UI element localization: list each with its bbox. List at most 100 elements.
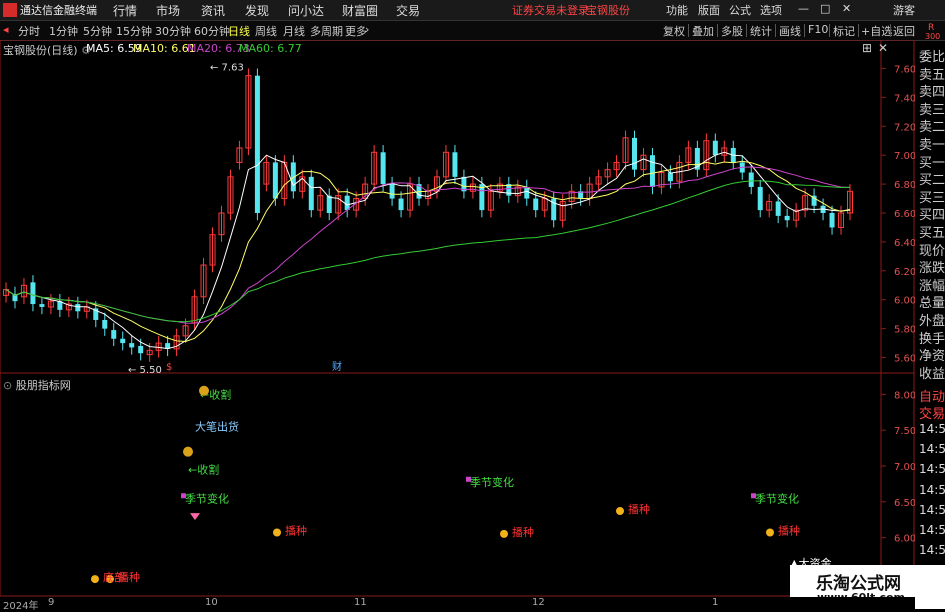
stock-name-tag: 宝钢股份 xyxy=(586,4,630,17)
candle-body xyxy=(344,195,350,211)
minimize-icon[interactable]: — xyxy=(798,2,809,15)
tab-period-more[interactable]: 更多 xyxy=(345,23,367,39)
pin-icon[interactable]: ⊞ xyxy=(862,41,872,55)
mark-button[interactable]: 标记 xyxy=(833,23,855,39)
menu-options[interactable]: 选项 xyxy=(760,2,782,18)
tab-period-multi[interactable]: 多周期 xyxy=(310,23,343,39)
x-tick-label: 1 xyxy=(712,597,719,608)
menu-function[interactable]: 功能 xyxy=(666,2,688,18)
tab-period-5min[interactable]: 5分钟 xyxy=(83,23,112,39)
side-label[interactable]: 买一 xyxy=(919,152,945,171)
side-label[interactable]: 委比 xyxy=(919,46,945,65)
candle-body xyxy=(389,184,395,199)
seed-coin-icon xyxy=(500,529,508,538)
side-label[interactable]: 净资 xyxy=(919,345,945,364)
side-label[interactable]: 总量 xyxy=(919,292,945,311)
x-tick-label: 12 xyxy=(532,597,545,608)
candle-body xyxy=(452,152,458,177)
side-label[interactable]: 卖二 xyxy=(919,116,945,135)
overlay-button[interactable]: 叠加 xyxy=(692,23,714,39)
trade-time: 14:56 xyxy=(919,462,945,477)
menu-trade[interactable]: 交易 xyxy=(396,2,420,19)
price-tick-label: 7.00 xyxy=(894,151,915,162)
fuquan-button[interactable]: 复权 xyxy=(663,23,685,39)
side-label[interactable]: 收益 xyxy=(919,363,945,382)
menu-quotes[interactable]: 行情 xyxy=(113,2,137,19)
candle-body xyxy=(784,215,790,221)
indicator-collapse-icon[interactable]: ⊙ xyxy=(3,379,12,392)
side-label[interactable]: 卖五 xyxy=(919,64,945,83)
candle-body xyxy=(829,213,835,228)
side-label[interactable]: 买四 xyxy=(919,204,945,223)
tab-period-30min[interactable]: 30分钟 xyxy=(155,23,191,39)
side-label[interactable]: 买二 xyxy=(919,169,945,188)
menu-wealth[interactable]: 财富圈 xyxy=(342,2,378,19)
side-label[interactable]: 外盘 xyxy=(919,310,945,329)
ma60-value: MA60: 6.77 xyxy=(239,42,302,55)
tab-period-daily[interactable]: 日线 xyxy=(228,23,250,39)
tab-period-monthly[interactable]: 月线 xyxy=(283,23,305,39)
tab-period-15min[interactable]: 15分钟 xyxy=(116,23,152,39)
chart-frame xyxy=(0,40,915,597)
side-label[interactable]: 换手 xyxy=(919,328,945,347)
menu-ask[interactable]: 问小达 xyxy=(288,2,324,19)
candle-body xyxy=(111,330,117,339)
side-label[interactable]: 卖四 xyxy=(919,81,945,100)
indicator-annotation: 季节变化 xyxy=(470,475,514,489)
panel-close-icon[interactable]: ✕ xyxy=(878,41,888,55)
side-label[interactable]: 涨跌 xyxy=(919,257,945,276)
tab-period-60min[interactable]: 60分钟 xyxy=(194,23,230,39)
tab-period-fenshi[interactable]: 分时 xyxy=(18,23,40,39)
chevron-right-icon[interactable]: › xyxy=(365,23,369,36)
side-bottom-label[interactable]: 交易 xyxy=(919,403,945,422)
candle-body xyxy=(533,198,539,211)
side-label[interactable]: 涨幅 xyxy=(919,275,945,294)
x-tick-label: 11 xyxy=(354,597,367,608)
guest-label[interactable]: 游客 xyxy=(893,2,915,18)
indicator-annotation: 季节变化 xyxy=(755,491,799,505)
indicator-annotation: 播种 xyxy=(512,525,534,539)
candle-body xyxy=(120,338,126,344)
x-tick-label: 10 xyxy=(205,597,218,608)
side-label[interactable]: 买三 xyxy=(919,187,945,206)
login-notice[interactable]: 证券交易未登录 xyxy=(512,2,589,18)
menu-news[interactable]: 资讯 xyxy=(201,2,225,19)
candle-body xyxy=(129,343,135,348)
candle-body xyxy=(75,304,81,312)
stock-title-text: 宝钢股份(日线) xyxy=(3,44,78,57)
candle-body xyxy=(308,176,314,211)
add-watchlist-button[interactable]: +自选 xyxy=(861,23,892,39)
price-tick-label: 5.80 xyxy=(894,325,915,336)
trade-time: 14:56 xyxy=(919,502,945,517)
menu-discover[interactable]: 发现 xyxy=(245,2,269,19)
tab-period-weekly[interactable]: 周线 xyxy=(255,23,277,39)
price-tick-label: 5.60 xyxy=(894,354,915,365)
chart-stock-title: 宝钢股份(日线) ⚙ xyxy=(3,42,91,58)
maximize-icon[interactable]: □ xyxy=(820,2,830,15)
side-label[interactable]: 买五 xyxy=(919,222,945,241)
event-marker: $ xyxy=(166,362,172,373)
side-label[interactable]: 卖一 xyxy=(919,134,945,153)
menu-layout[interactable]: 版面 xyxy=(698,2,720,18)
low-price-label: ← 5.50 xyxy=(128,365,162,376)
trade-time: 14:56 xyxy=(919,523,945,537)
tab-period-1min[interactable]: 1分钟 xyxy=(49,23,78,39)
kline-chart[interactable]: 7.60 7.40 7.20 7.00 6.80 6.60 6.40 6.20 6.00 5.80… xyxy=(0,40,915,597)
side-label[interactable]: 现价 xyxy=(919,240,945,259)
close-icon[interactable]: ✕ xyxy=(842,2,851,15)
menu-market[interactable]: 市场 xyxy=(156,2,180,19)
side-label[interactable]: 卖三 xyxy=(919,99,945,118)
candle-body xyxy=(39,304,45,307)
indicator-tick-label: 8.00 xyxy=(894,390,915,401)
back-button[interactable]: 返回 xyxy=(893,23,915,39)
statistics-button[interactable]: 统计 xyxy=(750,23,772,39)
multi-stock-button[interactable]: 多股 xyxy=(721,23,743,39)
menu-formula[interactable]: 公式 xyxy=(729,2,751,18)
x-tick-label: 9 xyxy=(48,597,55,608)
f10-button[interactable]: F10 xyxy=(808,23,828,36)
high-price-label: ← 7.63 xyxy=(210,62,244,73)
menu-bar: 通达信金融终端 行情 市场 资讯 发现 问小达 财富圈 交易 证券交易未登录 宝… xyxy=(0,0,945,21)
candle-body xyxy=(632,137,638,170)
chevron-left-icon[interactable]: ◂ xyxy=(3,23,9,36)
draw-line-button[interactable]: 画线 xyxy=(779,23,801,39)
